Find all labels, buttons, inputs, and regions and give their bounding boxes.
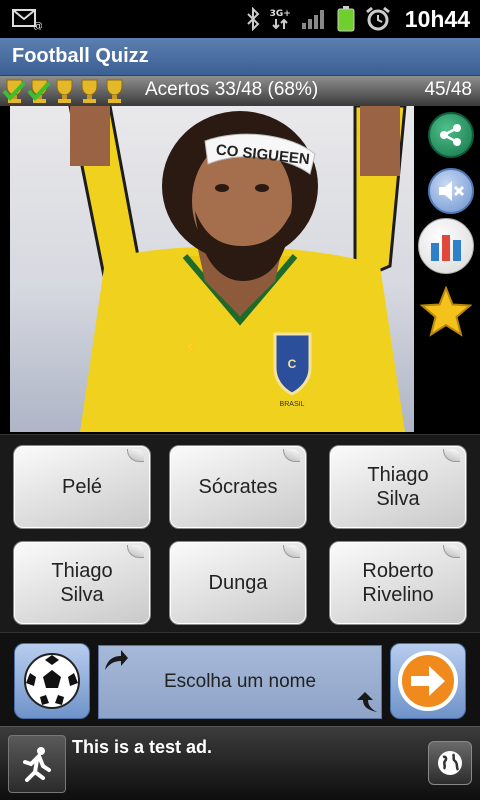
ad-banner[interactable]: This is a test ad. xyxy=(0,726,480,800)
favorite-star-icon xyxy=(420,286,472,337)
bluetooth-icon xyxy=(246,7,259,31)
football-icon xyxy=(24,653,80,709)
trophy-row xyxy=(2,77,127,105)
ad-runner-icon xyxy=(8,735,66,793)
score-bar: Acertos 33/48 (68%) 45/48 xyxy=(0,76,480,106)
player-photo: CO SIGUEEN C BRASIL ⚡ xyxy=(10,106,414,432)
signal-icon xyxy=(301,10,324,29)
globe-icon[interactable] xyxy=(428,741,472,785)
arrow-bottom-right-icon xyxy=(357,692,377,712)
ad-text: This is a test ad. xyxy=(72,737,213,757)
trophy-checked-icon xyxy=(2,79,26,103)
next-button[interactable] xyxy=(390,643,466,719)
network-3g-icon: 3G+ xyxy=(269,8,291,29)
stats-icon xyxy=(431,235,461,261)
answer-field-text: Escolha um nome xyxy=(163,671,317,692)
mute-icon xyxy=(439,181,465,201)
network-label: 3G+ xyxy=(269,8,291,19)
favorite-button[interactable] xyxy=(420,286,472,338)
trophy-checked-icon xyxy=(27,79,51,103)
arrow-right-icon xyxy=(398,651,458,711)
answer-label: Thiago Silva xyxy=(51,560,113,606)
svg-text:⚡: ⚡ xyxy=(185,341,197,354)
app-title: Football Quizz xyxy=(12,45,149,67)
share-button[interactable] xyxy=(428,112,474,158)
trophy-icon xyxy=(81,79,98,103)
answer-button-4[interactable]: Thiago Silva xyxy=(13,541,151,625)
svg-text:C: C xyxy=(288,357,297,371)
answer-label: Pelé xyxy=(61,476,103,498)
trophy-icon xyxy=(106,79,123,103)
football-button[interactable] xyxy=(14,643,90,719)
clock: 10h44 xyxy=(404,5,470,32)
answer-label: Roberto Rivelino xyxy=(362,560,434,606)
answer-button-1[interactable]: Pelé xyxy=(13,445,151,529)
bottom-controls: Escolha um nome xyxy=(0,632,480,726)
svg-text:@: @ xyxy=(33,21,42,30)
trophy-icon xyxy=(56,79,73,103)
question-progress-text: 45/48 xyxy=(424,79,472,100)
email-notification-icon: @ xyxy=(12,9,42,30)
alarm-icon xyxy=(365,6,390,31)
answer-label: Dunga xyxy=(208,572,268,594)
photo-frame: CO SIGUEEN C BRASIL ⚡ xyxy=(0,106,480,434)
mute-button[interactable] xyxy=(428,168,474,214)
answer-name-field[interactable]: Escolha um nome xyxy=(98,645,382,719)
answer-button-5[interactable]: Dunga xyxy=(169,541,307,625)
answer-label: Sócrates xyxy=(198,476,278,498)
battery-icon xyxy=(337,6,355,32)
player-illustration: CO SIGUEEN C BRASIL ⚡ xyxy=(68,106,407,432)
app-title-bar: Football Quizz xyxy=(0,38,480,76)
answer-button-6[interactable]: Roberto Rivelino xyxy=(329,541,467,625)
answer-button-3[interactable]: Thiago Silva xyxy=(329,445,467,529)
answer-button-2[interactable]: Sócrates xyxy=(169,445,307,529)
stats-button[interactable] xyxy=(418,218,474,274)
answer-label: Thiago Silva xyxy=(367,464,429,510)
arrow-top-left-icon xyxy=(105,650,128,670)
jersey-text: BRASIL xyxy=(280,401,305,408)
share-icon xyxy=(440,124,461,146)
answer-grid: Pelé Sócrates Thiago Silva Thiago Silva … xyxy=(0,434,480,632)
status-bar: @ 3G+ 10h44 xyxy=(0,0,480,38)
correct-answers-text: Acertos 33/48 (68%) xyxy=(145,79,319,100)
